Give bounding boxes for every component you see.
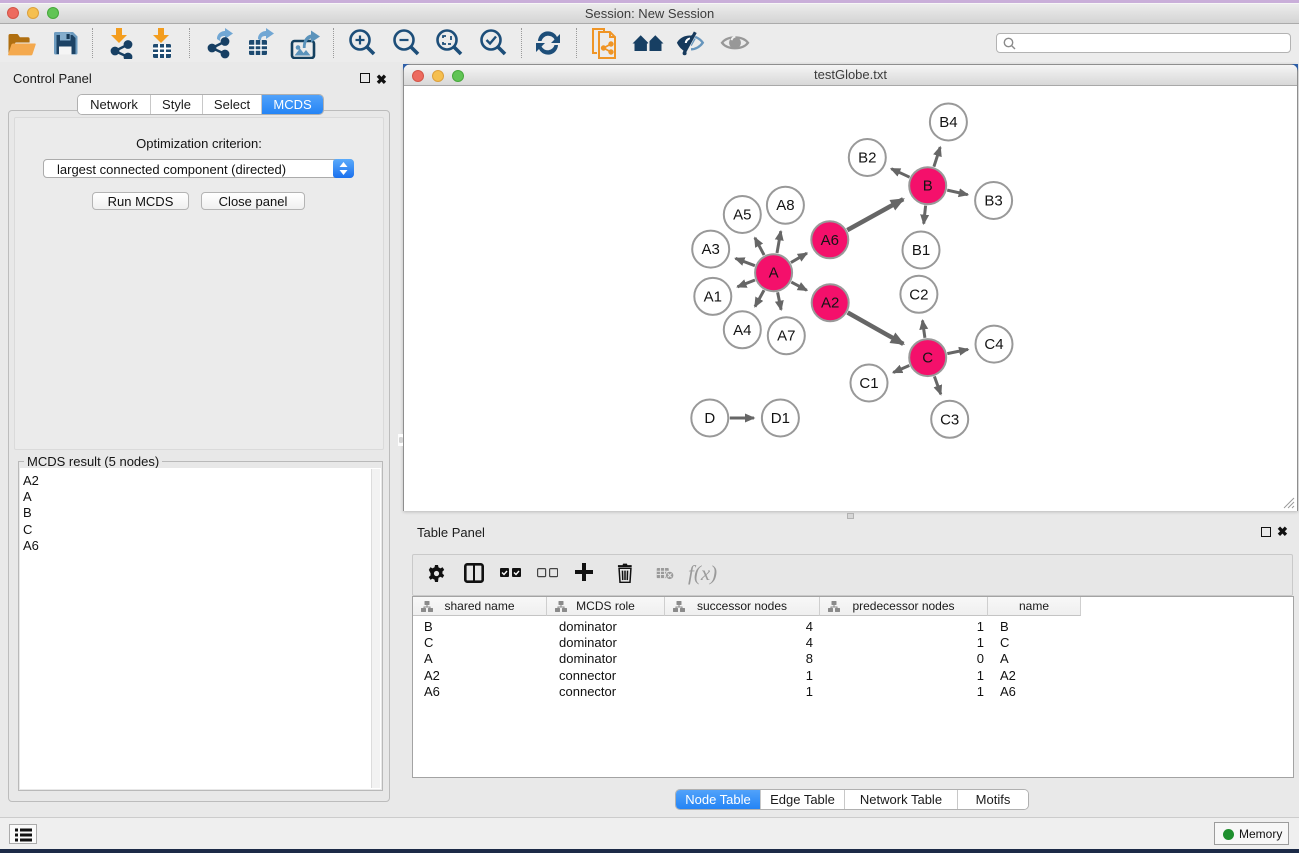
svg-text:C2: C2 xyxy=(909,286,928,303)
svg-text:B4: B4 xyxy=(939,114,957,131)
svg-text:C: C xyxy=(922,350,933,367)
svg-text:A2: A2 xyxy=(821,295,839,312)
svg-text:B: B xyxy=(923,178,933,195)
svg-text:D1: D1 xyxy=(771,410,790,427)
svg-text:A6: A6 xyxy=(821,232,839,249)
svg-text:B2: B2 xyxy=(858,150,876,167)
svg-text:A7: A7 xyxy=(777,328,795,345)
svg-text:A: A xyxy=(769,265,779,282)
svg-text:B1: B1 xyxy=(912,242,930,259)
svg-text:A5: A5 xyxy=(733,207,751,224)
svg-text:A4: A4 xyxy=(733,322,751,339)
svg-text:D: D xyxy=(704,410,715,427)
svg-text:A3: A3 xyxy=(702,241,720,258)
svg-text:C1: C1 xyxy=(859,375,878,392)
svg-text:C4: C4 xyxy=(984,336,1003,353)
svg-text:B3: B3 xyxy=(984,193,1002,210)
svg-text:C3: C3 xyxy=(940,411,959,428)
svg-text:A8: A8 xyxy=(776,197,794,214)
svg-text:A1: A1 xyxy=(704,288,722,305)
